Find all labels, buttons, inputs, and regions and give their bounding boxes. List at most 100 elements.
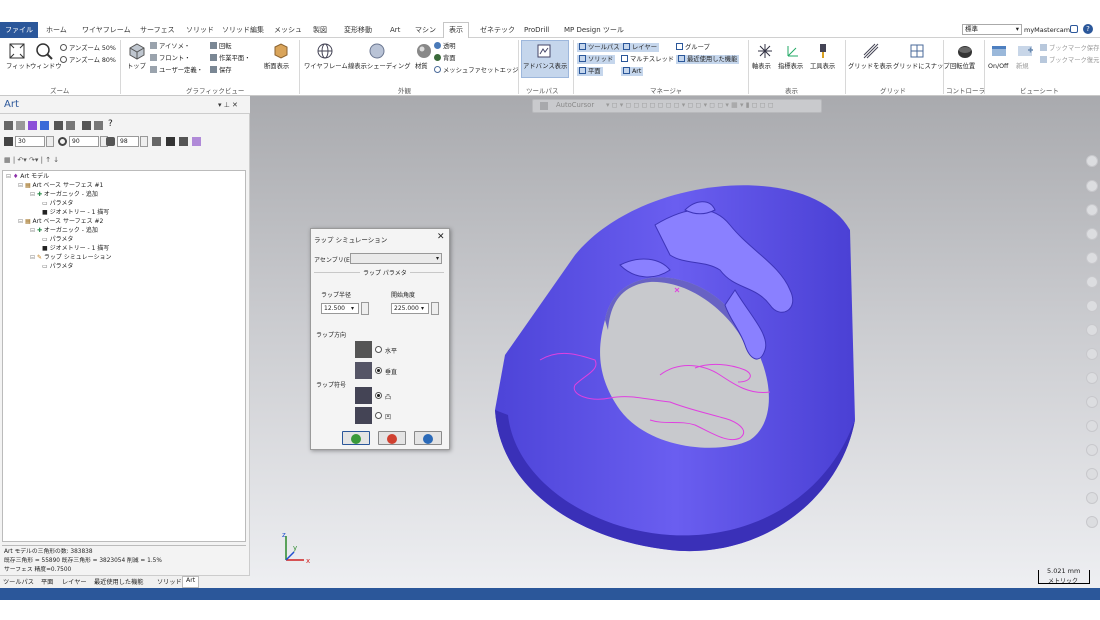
planes-manager-button[interactable]: 平面 bbox=[577, 67, 603, 76]
tab-solid-edit[interactable]: ソリッド編集 bbox=[220, 24, 266, 38]
user-defined-view-button[interactable]: ユーザー定義・ bbox=[150, 66, 203, 75]
unzoom-80-button[interactable]: アンズーム 80% bbox=[60, 56, 116, 65]
undo-icon[interactable] bbox=[1086, 396, 1098, 408]
close-icon[interactable]: ✕ bbox=[437, 232, 445, 242]
art-tool-icon[interactable] bbox=[40, 121, 49, 130]
cancel-button[interactable] bbox=[378, 431, 406, 445]
tab-prodrill[interactable]: ProDrill bbox=[522, 24, 551, 38]
mesh-facet-edges-button[interactable]: メッシュファセットエッジ bbox=[434, 66, 519, 75]
art-tool-icon[interactable] bbox=[66, 121, 75, 130]
save-view-button[interactable]: 保存 bbox=[210, 66, 232, 75]
tab-file[interactable]: ファイル bbox=[0, 22, 38, 38]
levels-manager-button[interactable]: レイヤー bbox=[621, 43, 659, 52]
cancel-icon[interactable] bbox=[1086, 516, 1098, 528]
tab-mp-design-tools[interactable]: MP Design ツール bbox=[562, 24, 626, 38]
help-icon[interactable]: ? bbox=[1083, 24, 1093, 34]
tree-item-base-surface-2[interactable]: ⊟ ▦ Art ベース サーフェス #2 bbox=[18, 218, 103, 225]
tab-drafting[interactable]: 製図 bbox=[311, 24, 329, 38]
art-tool-icon[interactable] bbox=[192, 137, 201, 146]
analyze-icon[interactable] bbox=[1086, 372, 1098, 384]
radius-spin-icon[interactable] bbox=[361, 302, 369, 315]
art-tool-icon[interactable] bbox=[82, 121, 91, 130]
help-icon[interactable]: ? bbox=[108, 119, 113, 129]
cylinder-model[interactable] bbox=[480, 170, 880, 560]
tab-machine[interactable]: マシン bbox=[413, 24, 438, 38]
configuration-dropdown[interactable]: 標準 ▾ bbox=[962, 24, 1022, 35]
show-axes-button[interactable]: 軸表示 bbox=[752, 63, 771, 71]
clear-icon[interactable] bbox=[1086, 492, 1098, 504]
fit-view-icon[interactable] bbox=[1086, 180, 1098, 192]
tab-transform[interactable]: 変形移動 bbox=[342, 24, 374, 38]
sign-concave-radio[interactable] bbox=[375, 412, 382, 419]
light-angle-input[interactable]: 30 bbox=[15, 136, 45, 147]
tree-item-params-2[interactable]: ▭ パラメタ bbox=[42, 236, 73, 243]
wcs-status[interactable]: WCS: トップ bbox=[962, 1, 1001, 11]
art-manager-button[interactable]: Art bbox=[621, 67, 644, 76]
wireframe-button[interactable]: ワイヤフレーム bbox=[304, 63, 348, 71]
sign-convex-radio[interactable] bbox=[375, 392, 382, 399]
tree-item-base-surface-1[interactable]: ⊟ ▦ Art ベース サーフェス #1 bbox=[18, 182, 103, 189]
top-view-button[interactable]: トップ bbox=[127, 63, 146, 71]
measure-icon[interactable] bbox=[1086, 276, 1098, 288]
zoom-in-icon[interactable] bbox=[1086, 155, 1098, 167]
zoom-window-button[interactable]: ウィンドウ bbox=[30, 63, 61, 71]
solids-manager-button[interactable]: ソリッド bbox=[577, 55, 616, 64]
tab-view[interactable]: 表示 bbox=[443, 22, 469, 39]
tab-home[interactable]: ホーム bbox=[44, 24, 69, 38]
attributes-icon[interactable] bbox=[1086, 348, 1098, 360]
art-tool-icon[interactable] bbox=[94, 121, 103, 130]
toolpaths-manager-button[interactable]: ツールパス bbox=[577, 43, 622, 52]
tree-item-art-model[interactable]: ⊟ ♦ Art モデル bbox=[6, 173, 49, 180]
unzoom-50-button[interactable]: アンズーム 50% bbox=[60, 44, 116, 53]
autocursor-label[interactable]: AutoCursor bbox=[556, 101, 594, 109]
spin-icon[interactable] bbox=[140, 136, 148, 147]
art-tool-icon[interactable] bbox=[16, 121, 25, 130]
tree-item-organic-2[interactable]: ⊟ ✚ オーガニック - 追加 bbox=[30, 227, 98, 234]
help-button[interactable] bbox=[414, 431, 442, 445]
art-tool-icon[interactable] bbox=[54, 121, 63, 130]
fit-button[interactable]: フィット bbox=[6, 63, 31, 71]
undo-redo-toolbar[interactable]: ▦ | ↶▾ ↷▾ | ↑ ↓ bbox=[4, 156, 59, 164]
tplane-status[interactable]: 工具平面: トップ bbox=[900, 1, 950, 11]
bookmark-save-button[interactable]: ブックマーク保存 bbox=[1040, 44, 1099, 53]
iso-view-button[interactable]: アイソメ・ bbox=[150, 42, 190, 51]
mode-3d[interactable]: 3D bbox=[822, 1, 831, 9]
direction-vertical-radio[interactable] bbox=[375, 367, 382, 374]
art-tool-icon[interactable] bbox=[166, 137, 175, 146]
material-button[interactable]: 材質 bbox=[415, 63, 428, 71]
tree-item-geometry-1[interactable]: ■ ジオメトリー - 1 描写 bbox=[42, 209, 109, 216]
rotate-button[interactable]: 回転 bbox=[210, 42, 232, 51]
tree-item-wrap-sim[interactable]: ⊟ ✎ ラップ シミュレーション bbox=[30, 254, 112, 261]
art-tool-icon[interactable] bbox=[28, 121, 37, 130]
tree-item-geometry-2[interactable]: ■ ジオメトリー - 1 描写 bbox=[42, 245, 109, 252]
cplane-status[interactable]: 作業平面: トップ bbox=[838, 1, 888, 11]
tab-levels[interactable]: レイヤー bbox=[62, 577, 87, 586]
status-icons[interactable]: ⊕ ⊕ ⊕ ⊕ ● ● ● bbox=[1010, 0, 1073, 9]
selection-tools[interactable]: ▾ ◻ ▾ ◻ ◻ ◻ ◻ ◻ ◻ ◻ ▾ ◻ ◻ ▾ ◻ ◻ ▾ ▦ ▾ ▮ … bbox=[606, 101, 774, 109]
settings-icon[interactable] bbox=[1086, 444, 1098, 456]
view-cube-icon[interactable] bbox=[1086, 252, 1098, 264]
direction-horizontal-radio[interactable] bbox=[375, 346, 382, 353]
section-view-button[interactable]: 断面表示 bbox=[264, 63, 289, 71]
tab-toolpaths[interactable]: ツールパス bbox=[3, 577, 34, 586]
front-view-button[interactable]: フロント・ bbox=[150, 54, 190, 63]
rotation-position-button[interactable]: 回転位置 bbox=[950, 63, 975, 71]
art-tool-icon[interactable] bbox=[152, 137, 161, 146]
tab-art-manager[interactable]: Art bbox=[182, 576, 200, 588]
lock-icon[interactable] bbox=[540, 102, 548, 110]
show-gnomons-button[interactable]: 指標表示 bbox=[778, 63, 803, 71]
rotate-view-icon[interactable] bbox=[1086, 204, 1098, 216]
layer-icon[interactable] bbox=[1086, 324, 1098, 336]
groups-manager-button[interactable]: グループ bbox=[676, 43, 710, 52]
angle-spin-icon[interactable] bbox=[431, 302, 439, 315]
backside-button[interactable]: 背面 bbox=[434, 54, 456, 63]
color-icon[interactable] bbox=[1086, 468, 1098, 480]
snap-to-grid-button[interactable]: グリッドにスナップ bbox=[893, 63, 950, 71]
shaded-with-edges-button[interactable]: 線表示シェーディング bbox=[348, 63, 411, 71]
elevation-input[interactable]: 90 bbox=[69, 136, 99, 147]
section-icon[interactable] bbox=[1086, 300, 1098, 312]
ok-button[interactable] bbox=[342, 431, 370, 445]
viewsheet-onoff-button[interactable]: On/Off bbox=[988, 63, 1008, 71]
art-tool-icon[interactable] bbox=[179, 137, 188, 146]
brightness-input[interactable]: 98 bbox=[117, 136, 139, 147]
